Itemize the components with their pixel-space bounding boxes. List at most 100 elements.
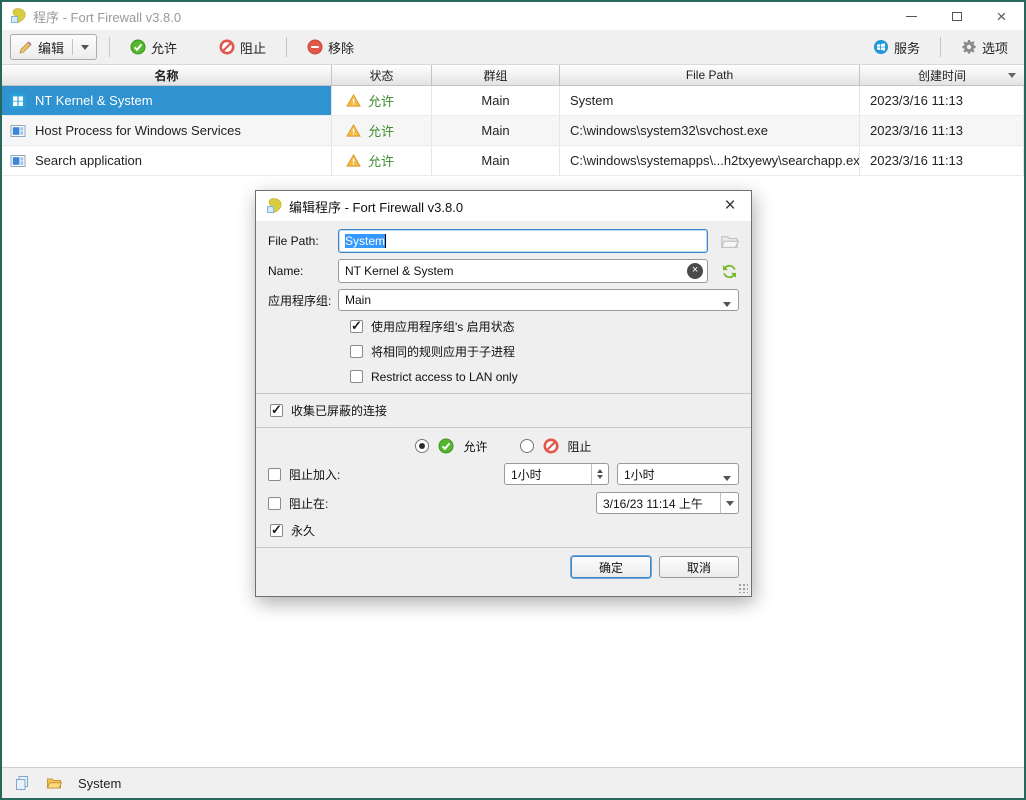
- collect-blocked-checkbox-row[interactable]: 收集已屏蔽的连接: [270, 401, 739, 420]
- table-row[interactable]: Host Process for Windows Services 允许 Mai…: [2, 116, 1024, 146]
- name-input[interactable]: NT Kernel & System ×: [338, 259, 708, 283]
- cell-name[interactable]: NT Kernel & System: [2, 86, 332, 115]
- column-header-group[interactable]: 群组: [432, 65, 560, 85]
- block-at-datetime[interactable]: 3/16/23 11:14 上午: [596, 492, 739, 514]
- close-button[interactable]: ×: [979, 2, 1024, 30]
- name-label: Name:: [268, 264, 338, 278]
- edit-button-divider: [72, 39, 73, 55]
- cell-created[interactable]: 2023/3/16 11:13: [860, 146, 1024, 175]
- cell-status[interactable]: 允许: [332, 146, 432, 175]
- cancel-button[interactable]: 取消: [659, 556, 739, 578]
- dialog-title: 编辑程序 - Fort Firewall v3.8.0: [289, 197, 709, 216]
- column-header-name[interactable]: 名称: [2, 65, 332, 85]
- services-button[interactable]: 服务: [865, 34, 928, 60]
- application-window-icon: [10, 123, 26, 139]
- column-header-created[interactable]: 创建时间: [860, 65, 1024, 85]
- table-header: 名称 状态 群组 File Path 创建时间: [2, 64, 1024, 86]
- checkbox-checked-icon[interactable]: [270, 524, 283, 537]
- maximize-button[interactable]: [934, 2, 979, 30]
- table-row[interactable]: Search application 允许 Main C:\windows\sy…: [2, 146, 1024, 176]
- edit-button[interactable]: 编辑: [10, 34, 97, 60]
- allow-button[interactable]: 允许: [122, 34, 185, 60]
- block-at-row: 阻止在: 3/16/23 11:14 上午: [268, 492, 739, 514]
- sort-indicator-icon[interactable]: [1008, 73, 1016, 82]
- warning-icon: [346, 123, 361, 138]
- edit-dropdown-icon[interactable]: [81, 45, 89, 54]
- cell-created[interactable]: 2023/3/16 11:13: [860, 116, 1024, 145]
- checkbox-checked-icon[interactable]: [270, 404, 283, 417]
- column-header-status[interactable]: 状态: [332, 65, 432, 85]
- remove-icon: [307, 39, 323, 55]
- toolbar-separator: [940, 37, 941, 57]
- services-label: 服务: [894, 38, 920, 57]
- block-radio[interactable]: [520, 439, 534, 453]
- use-group-state-checkbox-row[interactable]: 使用应用程序组's 启用状态: [350, 317, 739, 336]
- cell-group[interactable]: Main: [432, 146, 560, 175]
- file-path-input[interactable]: System: [338, 229, 708, 253]
- cell-name[interactable]: Host Process for Windows Services: [2, 116, 332, 145]
- file-path-label: File Path:: [268, 234, 338, 248]
- column-header-filepath[interactable]: File Path: [560, 65, 860, 85]
- cell-filepath[interactable]: C:\windows\systemapps\...h2txyewy\search…: [560, 146, 860, 175]
- block-in-spinbox[interactable]: 1小时: [504, 463, 609, 485]
- separator: [256, 427, 751, 428]
- table-row[interactable]: NT Kernel & System 允许 Main System 2023/3…: [2, 86, 1024, 116]
- allow-label: 允许: [151, 38, 177, 57]
- cell-filepath[interactable]: C:\windows\system32\svchost.exe: [560, 116, 860, 145]
- remove-button[interactable]: 移除: [299, 34, 362, 60]
- folder-icon[interactable]: [46, 775, 62, 791]
- allow-radio-label: 允许: [463, 438, 487, 455]
- minimize-button[interactable]: [889, 2, 934, 30]
- app-logo-icon: [266, 198, 282, 214]
- block-in-row: 阻止加入: 1小时 1小时: [268, 463, 739, 485]
- ok-button[interactable]: 确定: [571, 556, 651, 578]
- allow-radio[interactable]: [415, 439, 429, 453]
- spin-down-icon[interactable]: [597, 475, 603, 482]
- forever-checkbox-row[interactable]: 永久: [270, 521, 739, 540]
- lan-only-label: Restrict access to LAN only: [371, 370, 518, 384]
- checkbox-checked-icon[interactable]: [350, 320, 363, 333]
- separator: [256, 547, 751, 548]
- cell-filepath[interactable]: System: [560, 86, 860, 115]
- datetime-dropdown-button[interactable]: [720, 493, 738, 513]
- block-in-checkbox[interactable]: [268, 468, 281, 481]
- cell-name[interactable]: Search application: [2, 146, 332, 175]
- cell-group[interactable]: Main: [432, 116, 560, 145]
- clear-input-icon[interactable]: ×: [687, 263, 703, 279]
- block-at-value: 3/16/23 11:14 上午: [603, 495, 703, 512]
- name-value: NT Kernel & System: [345, 264, 453, 278]
- pencil-icon: [18, 40, 33, 55]
- status-group-text: System: [78, 776, 121, 791]
- cell-group[interactable]: Main: [432, 86, 560, 115]
- block-at-checkbox[interactable]: [268, 497, 281, 510]
- cell-status[interactable]: 允许: [332, 116, 432, 145]
- copy-pages-icon[interactable]: [14, 775, 30, 791]
- spinner-arrows[interactable]: [591, 464, 608, 484]
- block-icon: [543, 438, 559, 454]
- edit-label: 编辑: [38, 38, 64, 57]
- group-label: 应用程序组:: [268, 292, 338, 309]
- close-icon: ×: [997, 8, 1007, 25]
- child-rules-checkbox-row[interactable]: 将相同的规则应用于子进程: [350, 342, 739, 361]
- cell-created[interactable]: 2023/3/16 11:13: [860, 86, 1024, 115]
- block-button[interactable]: 阻止: [211, 34, 274, 60]
- options-button[interactable]: 选项: [953, 34, 1016, 60]
- spin-up-icon[interactable]: [597, 466, 603, 473]
- dialog-close-button[interactable]: ×: [709, 191, 751, 221]
- checkbox-icon[interactable]: [350, 345, 363, 358]
- dialog-title-bar: 编辑程序 - Fort Firewall v3.8.0 ×: [256, 191, 751, 221]
- group-combobox[interactable]: Main: [338, 289, 739, 311]
- block-label: 阻止: [240, 38, 266, 57]
- resize-grip[interactable]: [737, 582, 748, 593]
- cell-status[interactable]: 允许: [332, 86, 432, 115]
- warning-icon: [346, 93, 361, 108]
- block-in-unit-combobox[interactable]: 1小时: [617, 463, 739, 485]
- toolbar-separator: [286, 37, 287, 57]
- toolbar: 编辑 允许 阻止 移除: [2, 30, 1024, 64]
- lan-only-checkbox-row[interactable]: Restrict access to LAN only: [350, 367, 739, 386]
- browse-folder-icon[interactable]: [720, 232, 739, 251]
- checkbox-icon[interactable]: [350, 370, 363, 383]
- application-window-icon: [10, 153, 26, 169]
- refresh-icon[interactable]: [720, 262, 739, 281]
- block-in-unit-value: 1小时: [624, 466, 655, 483]
